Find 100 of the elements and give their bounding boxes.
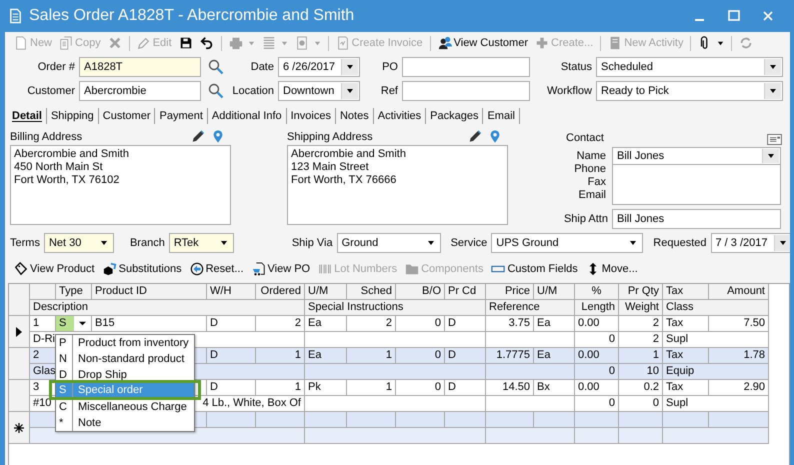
field-label: Ship Attn [562, 213, 609, 225]
table-cell: 2 [619, 332, 663, 348]
map-pin-icon[interactable] [488, 129, 502, 144]
plus-icon [535, 36, 549, 50]
po-field[interactable] [402, 57, 530, 77]
tab[interactable]: Invoices [286, 108, 336, 124]
contact-card-icon[interactable] [767, 134, 782, 145]
table-cell [709, 412, 769, 428]
tag-icon [14, 262, 28, 276]
date-picker[interactable]: 7 / 3 /2017 [710, 233, 790, 253]
refresh-icon [739, 36, 754, 50]
table-cell: D [207, 348, 256, 364]
table-cell: D [445, 316, 486, 332]
table-cell [486, 412, 534, 428]
maximize-icon[interactable] [728, 10, 740, 22]
field-label: Service [450, 237, 488, 249]
table-cell: 2 [619, 316, 663, 332]
row-indicator[interactable] [9, 412, 30, 444]
caret-icon [629, 239, 638, 247]
table-cell[interactable]: S [56, 316, 92, 332]
toolbar-button[interactable]: Move... [582, 260, 641, 278]
table-cell: Tax [663, 380, 709, 396]
pencil-icon[interactable] [468, 129, 482, 144]
folder-icon [405, 262, 420, 276]
table-cell [575, 428, 619, 444]
tab[interactable]: Packages [426, 108, 484, 124]
toolbar-button[interactable]: View Customer [434, 34, 531, 52]
caret-icon [767, 152, 775, 160]
caret-icon[interactable] [74, 316, 91, 331]
caret-icon [100, 239, 108, 247]
tab[interactable]: Notes [336, 108, 374, 124]
table-cell: Ea [305, 316, 347, 332]
table-cell: Equip [663, 364, 769, 380]
tab[interactable]: Customer [98, 108, 156, 124]
table-cell: Supl [663, 332, 769, 348]
table-cell: 0 [619, 396, 663, 412]
pencil-icon[interactable] [191, 129, 205, 144]
toolbar-button[interactable]: Substitutions [100, 260, 185, 278]
copy-icon [59, 36, 74, 50]
field-label: Status [560, 61, 593, 73]
menu-item[interactable]: C Miscellaneous Charge [56, 399, 194, 415]
date-picker[interactable]: 6 /26/2017 [278, 57, 360, 77]
delete-icon [108, 36, 122, 50]
field-label: Ship Via [292, 237, 333, 249]
table-cell: 3.75 [486, 316, 534, 332]
tab[interactable]: Payment [155, 108, 208, 124]
column-header: % [575, 284, 619, 300]
ref-field[interactable] [402, 81, 530, 101]
tab[interactable]: Additional Info [208, 108, 287, 124]
row-pointer-icon [15, 326, 23, 336]
order-number-field[interactable]: A1828T [79, 57, 201, 77]
table-cell: B15 [92, 316, 207, 332]
branch-dropdown[interactable]: RTek [168, 233, 234, 253]
toolbar-button[interactable]: Custom Fields [488, 260, 581, 278]
tab[interactable]: Detail [8, 108, 47, 124]
toolbar-button[interactable]: Reset... [186, 260, 246, 278]
menu-item[interactable]: N Non-standard product [56, 351, 194, 367]
toolbar-button[interactable]: View PO [248, 260, 314, 278]
service-dropdown[interactable]: UPS Ground [491, 233, 644, 253]
tab[interactable]: Email [483, 108, 520, 124]
table-cell: 0.00 [575, 380, 619, 396]
ship-attn-field[interactable]: Bill Jones [612, 209, 781, 229]
tab[interactable]: Activities [374, 108, 426, 124]
table-cell: 0 [396, 348, 445, 364]
people-icon [438, 36, 452, 50]
column-header: Ordered [256, 284, 305, 300]
section-label: Shipping Address [287, 130, 373, 142]
column-header: U/M [534, 284, 575, 300]
terms-dropdown[interactable]: Net 30 [44, 233, 114, 253]
status-dropdown[interactable]: Scheduled [596, 57, 783, 77]
table-cell: 1.78 [709, 348, 769, 364]
menu-item[interactable]: * Note [56, 415, 194, 431]
search-icon[interactable] [208, 59, 224, 75]
caret-icon [769, 87, 777, 95]
location-dropdown[interactable]: Downtown [278, 81, 360, 101]
tab[interactable]: Shipping [46, 108, 99, 124]
column-header: Special Instructions [305, 300, 486, 316]
toolbar-button[interactable]: View Product [11, 260, 98, 278]
undo-icon [200, 36, 214, 50]
table-cell: 2.90 [709, 380, 769, 396]
row-indicator[interactable] [9, 316, 30, 348]
workflow-dropdown[interactable]: Ready to Pick [596, 81, 783, 101]
map-pin-icon[interactable] [211, 129, 225, 144]
cart-icon [252, 262, 266, 276]
field-label: Location [231, 85, 275, 97]
field-label: Workflow [546, 85, 593, 97]
table-cell [347, 412, 396, 428]
contact-name-dropdown[interactable]: Bill Jones [612, 147, 781, 165]
table-cell [534, 412, 575, 428]
description-text: 4 Lb., White, Box Of [202, 396, 301, 411]
caret-icon [717, 40, 724, 46]
table-cell [305, 412, 347, 428]
billing-address-field[interactable]: Abercrombie and Smith 450 North Main St Fort Worth, TX 76102 [10, 145, 231, 225]
menu-item[interactable]: P Product from inventory [56, 335, 194, 351]
ship-via-dropdown[interactable]: Ground [336, 233, 441, 253]
close-icon[interactable] [762, 10, 774, 22]
customer-field[interactable]: Abercrombie [79, 81, 201, 101]
table-cell: D [207, 380, 256, 396]
search-icon[interactable] [208, 83, 224, 99]
shipping-address-field[interactable]: Abercrombie and Smith 123 Main Street Fort Worth, TX 76666 [287, 145, 508, 225]
